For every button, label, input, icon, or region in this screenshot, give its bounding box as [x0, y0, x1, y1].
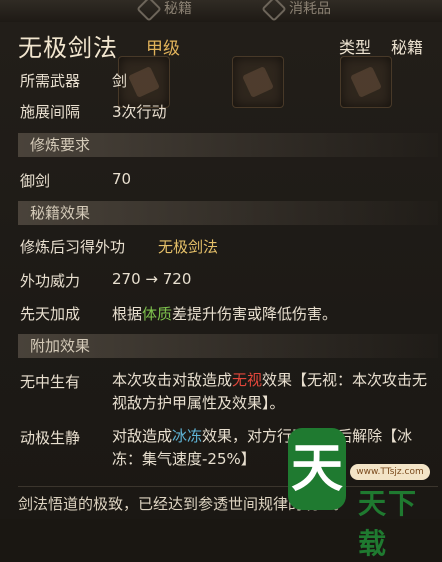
bonus-header: 附加效果	[18, 334, 438, 358]
tab-secret-book-label: 秘籍	[164, 1, 192, 17]
bonus-label-2: 动极生静	[20, 429, 81, 447]
item-grade: 甲级	[146, 39, 180, 59]
power-value: 270 → 720	[112, 270, 192, 288]
tab-consumables-label: 消耗品	[289, 1, 331, 17]
interval-label: 施展间隔	[20, 103, 81, 121]
watermark-url: www.TTsjz.com	[350, 464, 430, 480]
watermark-text: 天下载	[358, 487, 419, 560]
bonus-label-1: 无中生有	[20, 373, 81, 391]
tab-consumables[interactable]: 消耗品	[255, 0, 341, 22]
bonus-desc-2-pre: 对敌造成	[112, 427, 173, 445]
weapon-label: 所需武器	[20, 72, 81, 90]
learn-value: 无极剑法	[158, 238, 219, 256]
innate-label: 先天加成	[20, 305, 81, 323]
interval-value: 3次行动	[112, 103, 167, 121]
innate-prefix: 根据	[112, 305, 143, 323]
type-value: 秘籍	[391, 38, 424, 57]
inventory-slot-2[interactable]	[232, 56, 284, 108]
book-icon	[128, 66, 160, 98]
innate-desc: 根据体质差提升伤害或降低伤害。	[112, 303, 337, 324]
bonus-desc-1-pre: 本次攻击对敌造成	[112, 371, 233, 389]
bonus-desc-1-highlight: 无视	[232, 371, 263, 389]
skill-value: 70	[112, 170, 132, 188]
bonus-desc-1: 本次攻击对敌造成无视效果【无视：本次攻击无视敌方护甲属性及效果】。	[112, 369, 432, 415]
requirements-header: 修炼要求	[18, 133, 438, 157]
type-label: 类型	[339, 38, 372, 57]
inventory-slot-3[interactable]	[340, 56, 392, 108]
skill-label: 御剑	[20, 172, 51, 190]
item-title: 无极剑法	[18, 34, 118, 62]
weapon-value: 剑	[112, 72, 128, 90]
innate-stat: 体质	[142, 305, 173, 323]
effects-header: 秘籍效果	[18, 201, 438, 225]
tab-secret-book[interactable]: 秘籍	[130, 0, 202, 22]
power-label: 外功威力	[20, 272, 81, 290]
site-watermark: 天 www.TTsjz.com 天下载	[280, 420, 442, 560]
innate-suffix: 差提升伤害或降低伤害。	[172, 305, 338, 323]
book-icon	[350, 66, 382, 98]
learn-label: 修炼后习得外功	[20, 238, 126, 256]
watermark-logo-glyph: 天	[288, 428, 346, 510]
book-icon	[242, 66, 274, 98]
book-tab-icon	[136, 0, 162, 22]
bonus-desc-2-highlight: 冰冻	[172, 427, 203, 445]
top-tab-bar: 秘籍 消耗品	[0, 0, 442, 22]
consumable-tab-icon	[261, 0, 287, 22]
